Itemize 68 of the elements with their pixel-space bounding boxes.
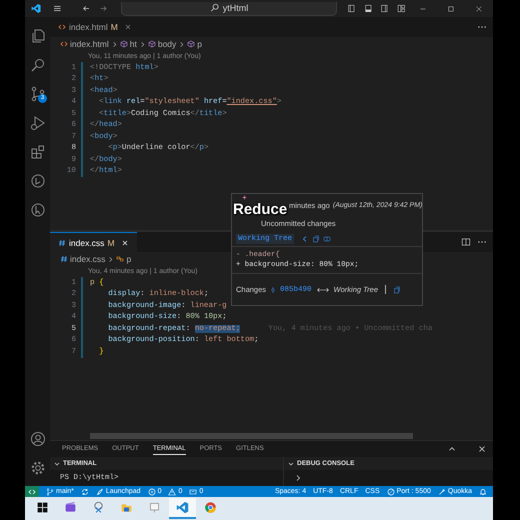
code-brackets-icon xyxy=(60,40,68,48)
maximize-icon[interactable] xyxy=(447,4,456,14)
split-editor-icon[interactable] xyxy=(461,237,471,247)
blocks-icon xyxy=(116,255,124,263)
extensions-icon[interactable] xyxy=(30,144,46,160)
code-brackets-icon xyxy=(28,488,36,496)
cube-icon xyxy=(187,40,196,48)
breadcrumb-item[interactable]: p xyxy=(116,254,132,264)
warning-icon xyxy=(168,488,176,496)
remote-button[interactable] xyxy=(25,486,39,497)
close-icon[interactable] xyxy=(120,238,129,246)
chevron-right-icon xyxy=(138,40,146,48)
breadcrumb-item[interactable]: body xyxy=(148,39,176,49)
monitor-icon xyxy=(148,501,161,514)
sync-icon xyxy=(80,488,89,496)
windows-logo-icon xyxy=(36,501,49,514)
sparkle-icon xyxy=(242,195,247,200)
clapperboard-icon xyxy=(64,501,77,514)
source-control-icon[interactable] xyxy=(30,86,46,102)
app-logo-icon xyxy=(176,501,189,514)
commit-icon xyxy=(269,286,278,294)
run-debug-icon[interactable] xyxy=(30,114,46,130)
chevron-right-icon xyxy=(110,40,118,48)
sidebar-toggle-icon[interactable] xyxy=(346,3,356,14)
account-icon[interactable] xyxy=(30,430,46,446)
chevron-right-icon xyxy=(178,40,186,48)
panel-toggle-icon[interactable] xyxy=(364,3,372,14)
scissors-icon xyxy=(92,501,105,514)
double-arrow-icon xyxy=(316,286,329,292)
layout-icon[interactable] xyxy=(396,3,406,14)
video-caption: Reduce xyxy=(233,201,288,218)
branch-icon xyxy=(46,488,54,496)
forward-arrow-icon[interactable] xyxy=(98,3,108,14)
chevron-left-icon[interactable] xyxy=(301,234,310,242)
breadcrumb-item[interactable]: p xyxy=(187,39,202,49)
breadcrumb-item[interactable]: index.html xyxy=(60,39,109,49)
clock-circle-icon[interactable] xyxy=(30,172,46,188)
chevron-down-icon[interactable] xyxy=(53,460,61,468)
secondary-sidebar-toggle-icon[interactable] xyxy=(380,3,389,14)
breadcrumb-item[interactable]: index.css xyxy=(60,254,106,264)
app-logo-icon xyxy=(31,2,42,15)
search-field[interactable]: ytHtml xyxy=(121,2,337,16)
chevron-down-icon[interactable] xyxy=(287,460,295,468)
compare-icon[interactable] xyxy=(323,234,332,242)
settings-icon[interactable] xyxy=(30,460,46,476)
breadcrumb-item[interactable]: ht xyxy=(120,39,137,49)
search-icon[interactable] xyxy=(30,56,46,72)
file-tab[interactable]: index.css M xyxy=(50,232,137,252)
code-brackets-icon xyxy=(58,23,66,31)
search-icon xyxy=(210,3,220,13)
no-entry-icon xyxy=(386,488,395,496)
files-icon[interactable] xyxy=(30,28,46,44)
sync-button[interactable] xyxy=(80,488,89,496)
error-icon xyxy=(148,488,156,496)
wand-icon xyxy=(438,488,446,496)
hash-icon xyxy=(58,238,66,246)
chevron-right-icon xyxy=(107,256,114,262)
browser-logo-icon xyxy=(204,501,217,514)
bell-icon xyxy=(479,488,487,496)
cube-icon xyxy=(120,40,128,48)
close-icon[interactable] xyxy=(477,444,487,454)
hash-icon xyxy=(60,255,68,263)
notifications-button[interactable] xyxy=(479,488,487,496)
scrollbar[interactable] xyxy=(90,433,413,439)
close-icon[interactable] xyxy=(475,4,483,14)
menu-icon[interactable] xyxy=(53,3,62,14)
chevron-right-icon xyxy=(294,474,302,482)
cube-icon xyxy=(148,40,156,48)
